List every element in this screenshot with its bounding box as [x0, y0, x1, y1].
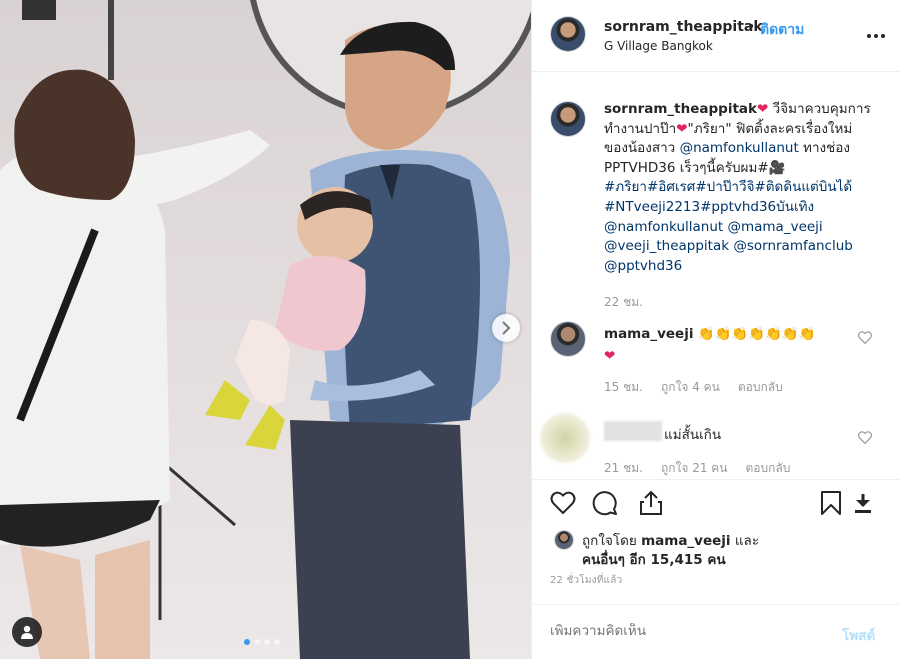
like-button[interactable]	[548, 488, 578, 518]
mention-links[interactable]: @namfonkullanut @mama_veeji @veeji_theap…	[604, 219, 853, 274]
comment-body: 👏👏👏👏👏👏👏	[697, 326, 816, 342]
post-sidebar: sornram_theappitak • ติดตาม G Village Ba…	[531, 0, 900, 659]
comment-meta: 15 ชม. ถูกใจ 4 คน ตอบกลับ	[604, 378, 783, 397]
heart-emoji: ❤	[604, 348, 616, 364]
comment-input[interactable]	[550, 623, 830, 639]
post-timestamp[interactable]: 22 ชั่วโมงที่แล้ว	[550, 573, 622, 588]
comment-time[interactable]: 15 ชม.	[604, 378, 643, 397]
comment-text: mama_veeji 👏👏👏👏👏👏👏 ❤	[604, 323, 864, 367]
post-header: sornram_theappitak • ติดตาม G Village Ba…	[532, 0, 900, 72]
heart-icon	[550, 491, 576, 515]
post-photo[interactable]	[0, 0, 531, 659]
comment-likes[interactable]: ถูกใจ 21 คน	[661, 459, 728, 478]
commenter-username[interactable]: mama_veeji	[604, 326, 693, 342]
bookmark-icon	[821, 491, 841, 515]
liked-by-prefix: ถูกใจโดย	[582, 533, 642, 549]
caption-username[interactable]: sornram_theappitak	[604, 101, 757, 117]
comment-body: แม่สั้นเกิน	[664, 427, 722, 443]
download-button[interactable]	[848, 488, 878, 518]
more-options-button[interactable]	[864, 26, 888, 46]
comment-meta: 21 ชม. ถูกใจ 21 คน ตอบกลับ	[604, 459, 790, 478]
add-comment-bar: โพสต์	[532, 604, 900, 659]
comment-button[interactable]	[590, 488, 620, 518]
hashtag-links[interactable]: #ภริยา#อิศเรศ#ปาป๊าวีจิ#ติดดินแต่บินได้ …	[604, 179, 852, 215]
liker-username[interactable]: mama_veeji	[641, 533, 730, 549]
comment-likes[interactable]: ถูกใจ 4 คน	[661, 378, 720, 397]
carousel-dots	[244, 639, 280, 645]
likes-count[interactable]: คนอื่นๆ อีก 15,415 คน	[582, 548, 726, 570]
comments-list[interactable]: sornram_theappitak❤ วีจิมาควบคุมการทำงาน…	[532, 73, 900, 479]
mention-link[interactable]: @namfonkullanut	[680, 140, 799, 156]
save-button[interactable]	[816, 488, 846, 518]
comment-like-icon[interactable]	[858, 331, 872, 344]
carousel-dot	[264, 639, 270, 645]
comment-icon	[592, 491, 617, 516]
share-icon	[640, 490, 662, 515]
caption-time[interactable]: 22 ชม.	[604, 293, 643, 312]
action-bar	[532, 479, 900, 525]
more-dot-icon	[874, 34, 878, 38]
camera-emoji: 🎥	[768, 159, 786, 176]
liked-by: ถูกใจโดย mama_veeji และ คนอื่นๆ อีก 15,4…	[532, 524, 900, 570]
liked-by-and: และ	[730, 533, 760, 549]
commenter-avatar[interactable]	[550, 321, 586, 357]
user-tag-button[interactable]	[12, 617, 42, 647]
heart-emoji: ❤	[757, 101, 769, 117]
author-avatar[interactable]	[550, 16, 586, 52]
location-link[interactable]: G Village Bangkok	[604, 39, 713, 53]
share-button[interactable]	[636, 488, 666, 518]
comment-like-icon[interactable]	[858, 431, 872, 444]
download-icon	[855, 494, 871, 513]
caption-text: sornram_theappitak❤ วีจิมาควบคุมการทำงาน…	[604, 100, 876, 276]
separator-dot: •	[747, 19, 756, 35]
carousel-dot	[274, 639, 280, 645]
comment-time[interactable]: 21 ชม.	[604, 459, 643, 478]
carousel-dot	[244, 639, 250, 645]
more-dot-icon	[867, 34, 871, 38]
heart-emoji: ❤	[676, 120, 688, 137]
caption-avatar[interactable]	[550, 101, 586, 137]
next-image-button[interactable]	[492, 314, 520, 342]
user-tag-icon	[21, 625, 33, 639]
blurred-username	[604, 421, 662, 441]
liker-avatar[interactable]	[554, 530, 574, 550]
post-comment-button[interactable]: โพสต์	[842, 624, 875, 646]
reply-button[interactable]: ตอบกลับ	[738, 378, 783, 397]
follow-button[interactable]: ติดตาม	[760, 19, 804, 41]
chevron-right-icon	[502, 321, 511, 335]
author-username[interactable]: sornram_theappitak	[604, 19, 763, 35]
carousel-dot	[254, 639, 260, 645]
reply-button[interactable]: ตอบกลับ	[746, 459, 791, 478]
photo-scene	[0, 0, 531, 659]
more-dot-icon	[881, 34, 885, 38]
commenter-avatar[interactable]	[540, 413, 590, 463]
